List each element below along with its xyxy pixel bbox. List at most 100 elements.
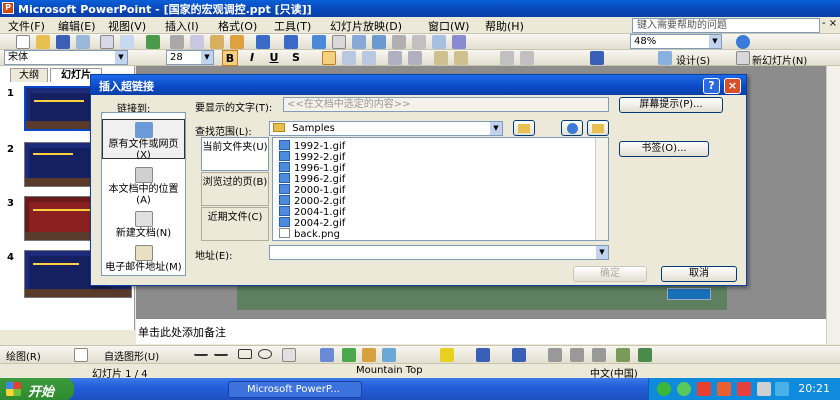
arrow-icon[interactable] bbox=[214, 348, 228, 356]
clip-art-icon[interactable] bbox=[362, 348, 376, 362]
vertical-scrollbar[interactable] bbox=[826, 66, 840, 344]
slide-action-button[interactable] bbox=[667, 288, 711, 300]
ok-button[interactable]: 确定 bbox=[573, 266, 647, 282]
nav-current-folder[interactable]: 当前文件夹(U) bbox=[201, 137, 269, 171]
design-button[interactable]: 设计(S) bbox=[676, 52, 710, 67]
link-new-document[interactable]: 新建文档(N) bbox=[102, 209, 185, 239]
link-existing-file[interactable]: 原有文件或网页(X) bbox=[102, 119, 185, 161]
undo-icon[interactable] bbox=[256, 35, 270, 49]
decrease-font-icon[interactable] bbox=[520, 51, 534, 65]
draw-menu-button[interactable]: 绘图(R) bbox=[6, 348, 41, 363]
tray-security-icon[interactable] bbox=[677, 382, 691, 396]
italic-button[interactable]: I bbox=[244, 50, 260, 66]
bold-button[interactable]: B bbox=[222, 50, 238, 66]
nav-browsed-pages[interactable]: 浏览过的页(B) bbox=[201, 172, 269, 206]
line-style-icon[interactable] bbox=[548, 348, 562, 362]
shadow-button[interactable]: S bbox=[288, 50, 304, 66]
bookmark-button[interactable]: 书签(O)... bbox=[619, 141, 709, 157]
zoom-select[interactable]: 48% ▼ bbox=[630, 34, 722, 49]
insert-picture-icon[interactable] bbox=[382, 348, 396, 362]
bullets-icon[interactable] bbox=[408, 51, 422, 65]
insert-hyperlink-icon[interactable] bbox=[372, 35, 386, 49]
font-color-icon[interactable] bbox=[512, 348, 526, 362]
redo-icon[interactable] bbox=[284, 35, 298, 49]
file-list-scrollbar[interactable] bbox=[595, 138, 608, 240]
browse-web-button[interactable] bbox=[561, 120, 583, 136]
look-in-select[interactable]: Samples ▼ bbox=[269, 121, 503, 136]
shadow-style-icon[interactable] bbox=[616, 348, 630, 362]
menu-view[interactable]: 视图(V) bbox=[108, 18, 146, 34]
paste-icon[interactable] bbox=[210, 35, 224, 49]
chart-icon[interactable] bbox=[312, 35, 326, 49]
up-folder-button[interactable] bbox=[513, 120, 535, 136]
text-box-icon[interactable] bbox=[282, 348, 296, 362]
arrow-style-icon[interactable] bbox=[592, 348, 606, 362]
address-input[interactable]: ▼ bbox=[269, 245, 609, 260]
font-size-select[interactable]: 28 ▼ bbox=[166, 50, 214, 65]
new-slide-icon[interactable] bbox=[736, 51, 750, 65]
dialog-close-button[interactable]: × bbox=[724, 78, 741, 94]
link-place-in-document[interactable]: 本文档中的位置(A) bbox=[102, 165, 185, 206]
line-icon[interactable] bbox=[194, 348, 208, 356]
menu-insert[interactable]: 插入(I) bbox=[165, 18, 199, 34]
copy-icon[interactable] bbox=[190, 35, 204, 49]
tray-alert-icon[interactable] bbox=[697, 382, 711, 396]
menu-edit[interactable]: 编辑(E) bbox=[58, 18, 96, 34]
fill-color-icon[interactable] bbox=[440, 348, 454, 362]
tray-network-icon[interactable] bbox=[657, 382, 671, 396]
help-icon[interactable] bbox=[736, 35, 750, 49]
increase-indent-icon[interactable] bbox=[454, 51, 468, 65]
format-painter-icon[interactable] bbox=[230, 35, 244, 49]
window-title-bar[interactable]: P Microsoft PowerPoint - [国家的宏观调控.ppt [只… bbox=[0, 0, 840, 17]
table-icon[interactable] bbox=[332, 35, 346, 49]
select-objects-icon[interactable] bbox=[74, 348, 88, 362]
print-preview-icon[interactable] bbox=[120, 35, 134, 49]
open-icon[interactable] bbox=[36, 35, 50, 49]
3d-style-icon[interactable] bbox=[638, 348, 652, 362]
window-controls[interactable]: - × bbox=[822, 18, 837, 29]
cancel-button[interactable]: 取消 bbox=[661, 266, 737, 282]
menu-file[interactable]: 文件(F) bbox=[8, 18, 45, 34]
start-button[interactable]: 开始 bbox=[0, 378, 74, 400]
display-text-input[interactable]: <<在文档中选定的内容>> bbox=[283, 97, 609, 112]
align-left-icon[interactable] bbox=[322, 51, 336, 65]
diagram-icon[interactable] bbox=[342, 348, 356, 362]
oval-icon[interactable] bbox=[258, 349, 272, 359]
rectangle-icon[interactable] bbox=[238, 349, 252, 359]
show-formatting-icon[interactable] bbox=[412, 35, 426, 49]
cut-icon[interactable] bbox=[170, 35, 184, 49]
new-icon[interactable] bbox=[16, 35, 30, 49]
browse-file-button[interactable] bbox=[587, 120, 609, 136]
decrease-indent-icon[interactable] bbox=[434, 51, 448, 65]
taskbar-app-button[interactable]: Microsoft PowerP... bbox=[228, 381, 362, 398]
numbering-icon[interactable] bbox=[388, 51, 402, 65]
expand-all-icon[interactable] bbox=[392, 35, 406, 49]
new-slide-button[interactable]: 新幻灯片(N) bbox=[752, 52, 807, 67]
dialog-help-button[interactable]: ? bbox=[703, 78, 720, 94]
tab-outline[interactable]: 大纲 bbox=[10, 68, 48, 82]
nav-recent-files[interactable]: 近期文件(C) bbox=[201, 207, 269, 241]
notes-pane[interactable]: 单击此处添加备注 bbox=[136, 318, 826, 344]
tray-app-icon[interactable] bbox=[717, 382, 731, 396]
menu-format[interactable]: 格式(O) bbox=[218, 18, 257, 34]
menu-slideshow[interactable]: 幻灯片放映(D) bbox=[330, 18, 402, 34]
design-icon[interactable] bbox=[658, 51, 672, 65]
save-icon[interactable] bbox=[56, 35, 70, 49]
list-item[interactable]: back.png bbox=[279, 228, 340, 240]
dialog-title-bar[interactable]: 插入超链接 ? × bbox=[91, 75, 746, 95]
screentip-button[interactable]: 屏幕提示(P)... bbox=[619, 97, 723, 113]
menu-tools[interactable]: 工具(T) bbox=[274, 18, 311, 34]
autoshapes-button[interactable]: 自选图形(U) bbox=[104, 348, 159, 363]
link-email-address[interactable]: 电子邮件地址(M) bbox=[102, 243, 185, 275]
print-icon[interactable] bbox=[100, 35, 114, 49]
file-list[interactable]: 1992-1.gif 1992-2.gif 1996-1.gif 1996-2.… bbox=[272, 137, 609, 241]
align-center-icon[interactable] bbox=[342, 51, 356, 65]
menu-window[interactable]: 窗口(W) bbox=[428, 18, 469, 34]
font-color-icon[interactable] bbox=[590, 51, 604, 65]
spelling-icon[interactable] bbox=[146, 35, 160, 49]
menu-help[interactable]: 帮助(H) bbox=[485, 18, 524, 34]
line-color-icon[interactable] bbox=[476, 348, 490, 362]
underline-button[interactable]: U bbox=[266, 50, 282, 66]
show-grid-icon[interactable] bbox=[432, 35, 446, 49]
tables-borders-icon[interactable] bbox=[352, 35, 366, 49]
